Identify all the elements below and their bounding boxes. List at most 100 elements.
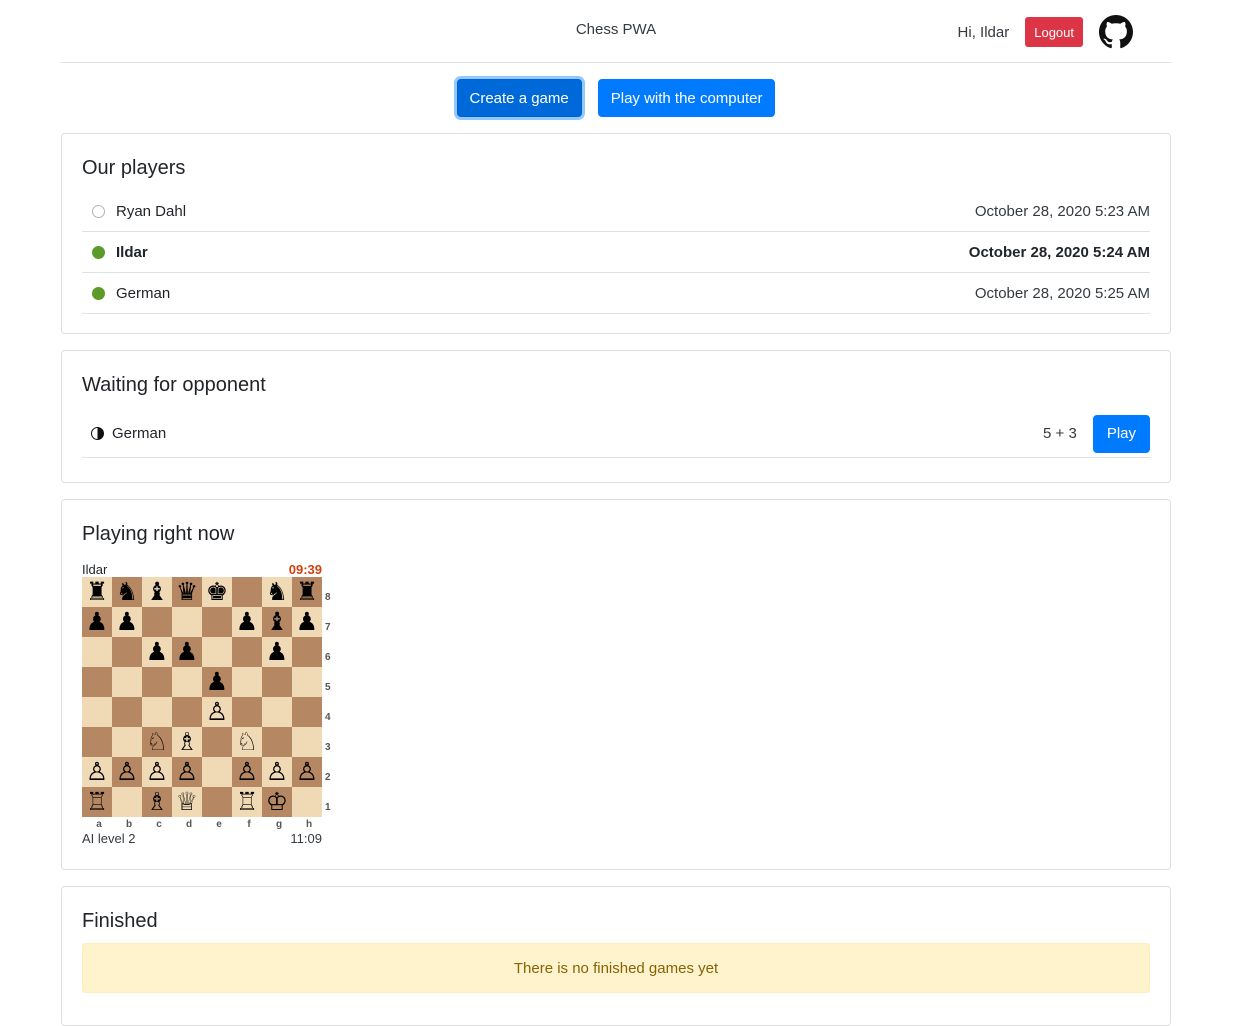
waiting-title: Waiting for opponent [82, 374, 266, 396]
game-actions: Create a game Play with the computer [61, 79, 1171, 117]
chess-board[interactable]: ♜ ♞ ♝ ♛ ♚ ♞ ♜ ♟ ♟ ♟ ♝ ♟ ♟ ♟ ♟ ♟ ♙ ♘ ♗ ♘ ♙ ♙ ♙ ♙ ♙ ♙ ♙ ♖ ♗ ♕ ♖ ♔ [82, 577, 322, 817]
board-square-e2 [202, 757, 232, 787]
board-square-c1: ♗ [142, 787, 172, 817]
board-square-e6 [202, 637, 232, 667]
header: Chess PWA Hi, Ildar Logout [61, 0, 1171, 63]
time-control: 5 + 3 [1043, 425, 1077, 442]
board-square-h8: ♜ [292, 577, 322, 607]
file-label: b [125, 819, 133, 830]
board-square-c5 [142, 667, 172, 697]
playing-title: Playing right now [82, 523, 235, 545]
board-top-bar: Ildar 09:39 [82, 559, 322, 577]
board-square-f1: ♖ [232, 787, 262, 817]
online-status-icon [92, 286, 105, 300]
player-name: Ryan Dahl [116, 202, 187, 220]
board-square-e4: ♙ [202, 697, 232, 727]
top-player-name: Ildar [82, 562, 108, 577]
playing-card: Playing right now Ildar 09:39 ♜ ♞ ♝ ♛ ♚ ♞ ♜ ♟ ♟ ♟… [61, 499, 1171, 870]
player-row: Ryan Dahl October 28, 2020 5:23 AM [82, 191, 1150, 232]
half-moon-icon [91, 427, 104, 440]
board-square-d2: ♙ [172, 757, 202, 787]
file-label: d [185, 819, 193, 830]
waiting-game-row: German 5 + 3 Play [82, 410, 1151, 458]
board-square-d7 [172, 607, 202, 637]
board-square-b8: ♞ [112, 577, 142, 607]
board-square-f2: ♙ [232, 757, 262, 787]
github-icon[interactable] [1099, 15, 1133, 49]
play-computer-button[interactable]: Play with the computer [597, 79, 776, 117]
board-square-e7 [202, 607, 232, 637]
board-square-a8: ♜ [82, 577, 112, 607]
board-square-f5 [232, 667, 262, 697]
board-square-a6 [82, 637, 112, 667]
board-square-a4 [82, 697, 112, 727]
rank-label: 2 [325, 772, 331, 783]
file-label: c [156, 819, 162, 830]
board-square-a3 [82, 727, 112, 757]
board-square-f7: ♟ [232, 607, 262, 637]
player-name: Ildar [116, 243, 148, 261]
players-title: Our players [82, 157, 186, 179]
online-status-icon [92, 245, 105, 259]
board-square-b2: ♙ [112, 757, 142, 787]
board-square-g1: ♔ [262, 787, 292, 817]
board-square-g2: ♙ [262, 757, 292, 787]
board-square-g3 [262, 727, 292, 757]
board-square-e8: ♚ [202, 577, 232, 607]
board-square-f4 [232, 697, 262, 727]
play-button[interactable]: Play [1092, 414, 1150, 453]
board-square-a7: ♟ [82, 607, 112, 637]
board-square-g4 [262, 697, 292, 727]
board-square-c4 [142, 697, 172, 727]
create-game-button[interactable]: Create a game [456, 79, 582, 117]
board-square-c6: ♟ [142, 637, 172, 667]
file-label: h [305, 819, 313, 830]
rank-label: 3 [325, 742, 331, 753]
file-label: f [247, 819, 251, 830]
board-square-e5: ♟ [202, 667, 232, 697]
rank-label: 8 [325, 592, 331, 603]
page-container: Chess PWA Hi, Ildar Logout Create a game… [61, 0, 1171, 1026]
board-bottom-bar: AI level 2 11:09 [82, 831, 322, 846]
file-label: e [216, 819, 222, 830]
top-player-clock: 09:39 [288, 562, 322, 577]
board-square-c7 [142, 607, 172, 637]
board-square-b5 [112, 667, 142, 697]
board-square-g7: ♝ [262, 607, 292, 637]
rank-label: 7 [325, 622, 331, 633]
players-card: Our players Ryan Dahl October 28, 2020 5… [61, 133, 1171, 334]
board-square-g5 [262, 667, 292, 697]
board-square-g6: ♟ [262, 637, 292, 667]
board-square-d4 [172, 697, 202, 727]
board-square-c2: ♙ [142, 757, 172, 787]
board-square-c3: ♘ [142, 727, 172, 757]
board-square-b1 [112, 787, 142, 817]
board-square-e3 [202, 727, 232, 757]
board-square-d6: ♟ [172, 637, 202, 667]
board-square-f8 [232, 577, 262, 607]
board-square-h2: ♙ [292, 757, 322, 787]
board-square-f3: ♘ [232, 727, 262, 757]
bottom-player-clock: 11:09 [290, 831, 322, 846]
board-square-a5 [82, 667, 112, 697]
file-label: g [275, 819, 283, 830]
rank-label: 1 [325, 802, 331, 813]
game-preview[interactable]: Ildar 09:39 ♜ ♞ ♝ ♛ ♚ ♞ ♜ ♟ ♟ ♟ ♝ ♟ ♟ ♟ ♟ ♟ ♙ ♘ ♗ ♘ ♙ ♙ ♙ ♙ ♙ ♙ ♙ ♖… [82, 559, 342, 846]
board-square-h3 [292, 727, 322, 757]
player-last-seen: October 28, 2020 5:25 AM [974, 284, 1150, 302]
board-square-d5 [172, 667, 202, 697]
logout-button[interactable]: Logout [1025, 17, 1083, 47]
board-square-b7: ♟ [112, 607, 142, 637]
board-square-d1: ♕ [172, 787, 202, 817]
finished-card: Finished There is no finished games yet [61, 886, 1171, 1026]
board-square-b6 [112, 637, 142, 667]
no-finished-games-alert: There is no finished games yet [82, 943, 1150, 993]
board-square-h6 [292, 637, 322, 667]
file-label: a [96, 819, 102, 830]
board-square-h5 [292, 667, 322, 697]
player-row: Ildar October 28, 2020 5:24 AM [82, 232, 1150, 273]
waiting-player-name: German [112, 425, 167, 442]
board-square-a1: ♖ [82, 787, 112, 817]
player-last-seen: October 28, 2020 5:23 AM [974, 202, 1150, 220]
offline-status-icon [92, 204, 105, 218]
